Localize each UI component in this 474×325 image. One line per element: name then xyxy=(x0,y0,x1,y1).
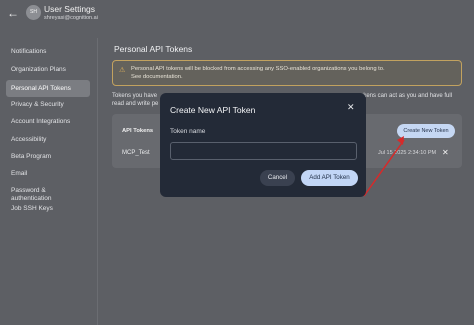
warning-text: Personal API tokens will be blocked from… xyxy=(131,65,385,82)
sidebar: Notifications Organization Plans Persona… xyxy=(0,38,98,325)
section-title: Personal API Tokens xyxy=(114,44,193,54)
create-token-modal: Create New API Token ✕ Token name Cancel… xyxy=(160,93,366,197)
sidebar-item-password-authentication[interactable]: Password & authentication xyxy=(6,187,66,203)
warning-line-1: Personal API tokens will be blocked from… xyxy=(131,66,385,72)
add-api-token-button[interactable]: Add API Token xyxy=(301,170,358,186)
description-text-1-right: okens can act as you and have full xyxy=(360,93,453,99)
sidebar-item-accessibility[interactable]: Accessibility xyxy=(6,136,90,144)
sidebar-item-beta-program[interactable]: Beta Program xyxy=(6,153,90,161)
modal-title: Create New API Token xyxy=(170,105,256,115)
column-header-api-tokens: API Tokens xyxy=(122,128,154,134)
delete-token-icon[interactable]: ✕ xyxy=(442,148,449,157)
close-icon[interactable]: ✕ xyxy=(347,102,355,113)
sidebar-item-job-ssh-keys[interactable]: Job SSH Keys xyxy=(6,205,90,213)
arrow-left-icon[interactable]: ← xyxy=(7,6,21,20)
token-name-input[interactable] xyxy=(170,142,357,160)
header: ← SH User Settings shreyasi@cognition.ai xyxy=(0,0,474,30)
cancel-button[interactable]: Cancel xyxy=(260,170,295,186)
documentation-link[interactable]: See documentation. xyxy=(131,73,385,81)
user-email: shreyasi@cognition.ai xyxy=(44,15,98,21)
token-name-label: Token name xyxy=(170,128,206,135)
sidebar-item-notifications[interactable]: Notifications xyxy=(6,48,90,56)
description-text-1: Tokens you have xyxy=(112,93,158,99)
token-date-cell: Jul 15 2025 2:34:10 PM xyxy=(378,150,437,156)
page-title: User Settings xyxy=(44,4,96,14)
sidebar-item-account-integrations[interactable]: Account Integrations xyxy=(6,118,90,126)
warning-icon: ⚠ xyxy=(119,67,126,74)
create-new-token-button[interactable]: Create New Token xyxy=(397,124,455,138)
warning-banner: ⚠ Personal API tokens will be blocked fr… xyxy=(112,60,462,86)
sidebar-item-email[interactable]: Email xyxy=(6,170,90,178)
sidebar-item-personal-api-tokens[interactable]: Personal API Tokens xyxy=(6,80,90,97)
sidebar-item-organization-plans[interactable]: Organization Plans xyxy=(6,66,90,74)
token-name-cell: MCP_Test xyxy=(122,150,150,156)
description-text-2: read and write pe xyxy=(112,101,159,107)
avatar: SH xyxy=(26,5,41,20)
sidebar-item-privacy-security[interactable]: Privacy & Security xyxy=(6,101,90,109)
